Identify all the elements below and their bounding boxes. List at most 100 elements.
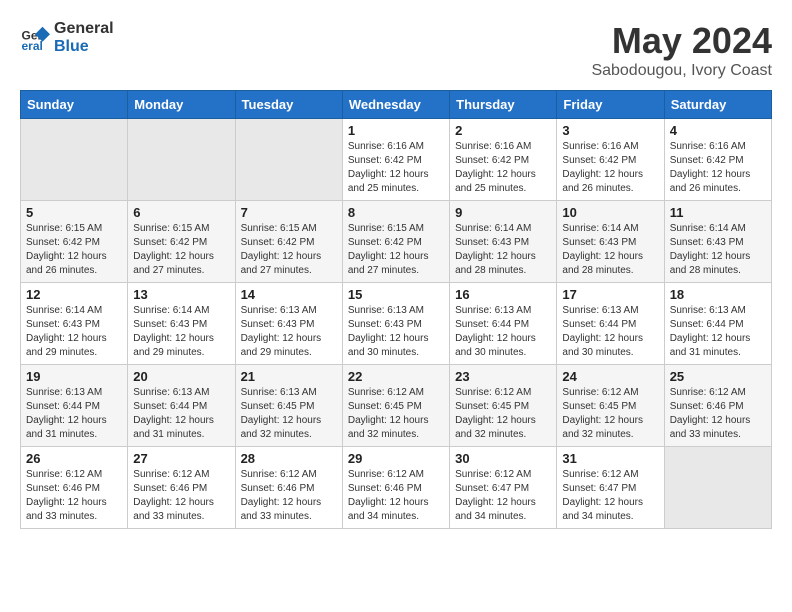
header-row: SundayMondayTuesdayWednesdayThursdayFrid… [21,91,772,119]
day-cell: 17 Sunrise: 6:13 AMSunset: 6:44 PMDayligh… [557,283,664,365]
day-number: 3 [562,123,658,138]
day-info: Sunrise: 6:15 AMSunset: 6:42 PMDaylight:… [348,222,444,278]
week-row-5: 26 Sunrise: 6:12 AMSunset: 6:46 PMDayligh… [21,447,772,529]
week-row-3: 12 Sunrise: 6:14 AMSunset: 6:43 PMDayligh… [21,283,772,365]
day-cell: 18 Sunrise: 6:13 AMSunset: 6:44 PMDayligh… [664,283,771,365]
header-cell-thursday: Thursday [450,91,557,119]
day-info: Sunrise: 6:15 AMSunset: 6:42 PMDaylight:… [241,222,337,278]
logo-icon: Gen eral [20,23,50,53]
day-number: 11 [670,205,766,220]
day-info: Sunrise: 6:12 AMSunset: 6:45 PMDaylight:… [562,386,658,442]
day-info: Sunrise: 6:16 AMSunset: 6:42 PMDaylight:… [670,140,766,196]
day-info: Sunrise: 6:12 AMSunset: 6:46 PMDaylight:… [348,468,444,524]
day-info: Sunrise: 6:13 AMSunset: 6:44 PMDaylight:… [455,304,551,360]
day-number: 2 [455,123,551,138]
day-cell [664,447,771,529]
day-info: Sunrise: 6:13 AMSunset: 6:43 PMDaylight:… [348,304,444,360]
day-cell: 9Sunrise: 6:14 AMSunset: 6:43 PMDaylight… [450,201,557,283]
day-cell: 11 Sunrise: 6:14 AMSunset: 6:43 PMDayligh… [664,201,771,283]
day-info: Sunrise: 6:12 AMSunset: 6:45 PMDaylight:… [455,386,551,442]
header-cell-monday: Monday [128,91,235,119]
day-info: Sunrise: 6:13 AMSunset: 6:43 PMDaylight:… [241,304,337,360]
day-cell: 14 Sunrise: 6:13 AMSunset: 6:43 PMDayligh… [235,283,342,365]
title-area: May 2024 Sabodougou, Ivory Coast [591,20,772,80]
day-cell: 16 Sunrise: 6:13 AMSunset: 6:44 PMDayligh… [450,283,557,365]
day-info: Sunrise: 6:12 AMSunset: 6:46 PMDaylight:… [241,468,337,524]
header-cell-friday: Friday [557,91,664,119]
day-number: 17 [562,287,658,302]
day-cell: 10 Sunrise: 6:14 AMSunset: 6:43 PMDayligh… [557,201,664,283]
svg-text:eral: eral [22,39,43,53]
day-cell [128,119,235,201]
day-number: 15 [348,287,444,302]
day-info: Sunrise: 6:13 AMSunset: 6:44 PMDaylight:… [26,386,122,442]
week-row-4: 19 Sunrise: 6:13 AMSunset: 6:44 PMDayligh… [21,365,772,447]
day-number: 26 [26,451,122,466]
day-cell [21,119,128,201]
day-number: 14 [241,287,337,302]
day-cell: 28 Sunrise: 6:12 AMSunset: 6:46 PMDayligh… [235,447,342,529]
day-cell: 15 Sunrise: 6:13 AMSunset: 6:43 PMDayligh… [342,283,449,365]
day-number: 30 [455,451,551,466]
day-info: Sunrise: 6:13 AMSunset: 6:44 PMDaylight:… [670,304,766,360]
header-cell-wednesday: Wednesday [342,91,449,119]
day-cell: 2 Sunrise: 6:16 AMSunset: 6:42 PMDaylight… [450,119,557,201]
day-info: Sunrise: 6:14 AMSunset: 6:43 PMDaylight:… [26,304,122,360]
day-info: Sunrise: 6:12 AMSunset: 6:46 PMDaylight:… [670,386,766,442]
day-cell: 30 Sunrise: 6:12 AMSunset: 6:47 PMDayligh… [450,447,557,529]
logo: Gen eral General Blue [20,20,114,56]
day-number: 7 [241,205,337,220]
day-info: Sunrise: 6:12 AMSunset: 6:46 PMDaylight:… [133,468,229,524]
day-info: Sunrise: 6:14 AMSunset: 6:43 PMDaylight:… [670,222,766,278]
day-number: 28 [241,451,337,466]
day-cell: 23 Sunrise: 6:12 AMSunset: 6:45 PMDayligh… [450,365,557,447]
day-number: 5 [26,205,122,220]
day-cell: 12 Sunrise: 6:14 AMSunset: 6:43 PMDayligh… [21,283,128,365]
day-number: 12 [26,287,122,302]
day-cell: 25 Sunrise: 6:12 AMSunset: 6:46 PMDayligh… [664,365,771,447]
page-header: Gen eral General Blue May 2024 Sabodougo… [20,20,772,80]
day-number: 4 [670,123,766,138]
day-number: 10 [562,205,658,220]
day-cell: 3Sunrise: 6:16 AMSunset: 6:42 PMDaylight… [557,119,664,201]
day-cell: 21Sunrise: 6:13 AMSunset: 6:45 PMDayligh… [235,365,342,447]
day-cell: 31Sunrise: 6:12 AMSunset: 6:47 PMDayligh… [557,447,664,529]
day-info: Sunrise: 6:16 AMSunset: 6:42 PMDaylight:… [455,140,551,196]
logo-line2: Blue [54,38,114,56]
day-number: 31 [562,451,658,466]
day-cell: 29Sunrise: 6:12 AMSunset: 6:46 PMDayligh… [342,447,449,529]
day-info: Sunrise: 6:14 AMSunset: 6:43 PMDaylight:… [455,222,551,278]
day-number: 23 [455,369,551,384]
day-cell: 26 Sunrise: 6:12 AMSunset: 6:46 PMDayligh… [21,447,128,529]
day-info: Sunrise: 6:13 AMSunset: 6:44 PMDaylight:… [562,304,658,360]
day-number: 19 [26,369,122,384]
day-number: 22 [348,369,444,384]
day-cell: 8 Sunrise: 6:15 AMSunset: 6:42 PMDaylight… [342,201,449,283]
day-info: Sunrise: 6:12 AMSunset: 6:45 PMDaylight:… [348,386,444,442]
day-number: 1 [348,123,444,138]
day-number: 8 [348,205,444,220]
day-cell: 27 Sunrise: 6:12 AMSunset: 6:46 PMDayligh… [128,447,235,529]
day-info: Sunrise: 6:12 AMSunset: 6:47 PMDaylight:… [455,468,551,524]
day-info: Sunrise: 6:14 AMSunset: 6:43 PMDaylight:… [133,304,229,360]
day-info: Sunrise: 6:12 AMSunset: 6:46 PMDaylight:… [26,468,122,524]
day-info: Sunrise: 6:14 AMSunset: 6:43 PMDaylight:… [562,222,658,278]
day-number: 20 [133,369,229,384]
day-number: 25 [670,369,766,384]
week-row-2: 5 Sunrise: 6:15 AMSunset: 6:42 PMDaylight… [21,201,772,283]
day-number: 24 [562,369,658,384]
day-number: 18 [670,287,766,302]
day-number: 16 [455,287,551,302]
day-number: 6 [133,205,229,220]
header-cell-tuesday: Tuesday [235,91,342,119]
day-cell: 19 Sunrise: 6:13 AMSunset: 6:44 PMDayligh… [21,365,128,447]
day-info: Sunrise: 6:16 AMSunset: 6:42 PMDaylight:… [348,140,444,196]
day-number: 27 [133,451,229,466]
day-cell: 1 Sunrise: 6:16 AMSunset: 6:42 PMDaylight… [342,119,449,201]
day-cell: 24 Sunrise: 6:12 AMSunset: 6:45 PMDayligh… [557,365,664,447]
day-info: Sunrise: 6:15 AMSunset: 6:42 PMDaylight:… [133,222,229,278]
week-row-1: 1 Sunrise: 6:16 AMSunset: 6:42 PMDaylight… [21,119,772,201]
day-cell: 6 Sunrise: 6:15 AMSunset: 6:42 PMDaylight… [128,201,235,283]
calendar-table: SundayMondayTuesdayWednesdayThursdayFrid… [20,90,772,529]
day-cell: 7 Sunrise: 6:15 AMSunset: 6:42 PMDaylight… [235,201,342,283]
